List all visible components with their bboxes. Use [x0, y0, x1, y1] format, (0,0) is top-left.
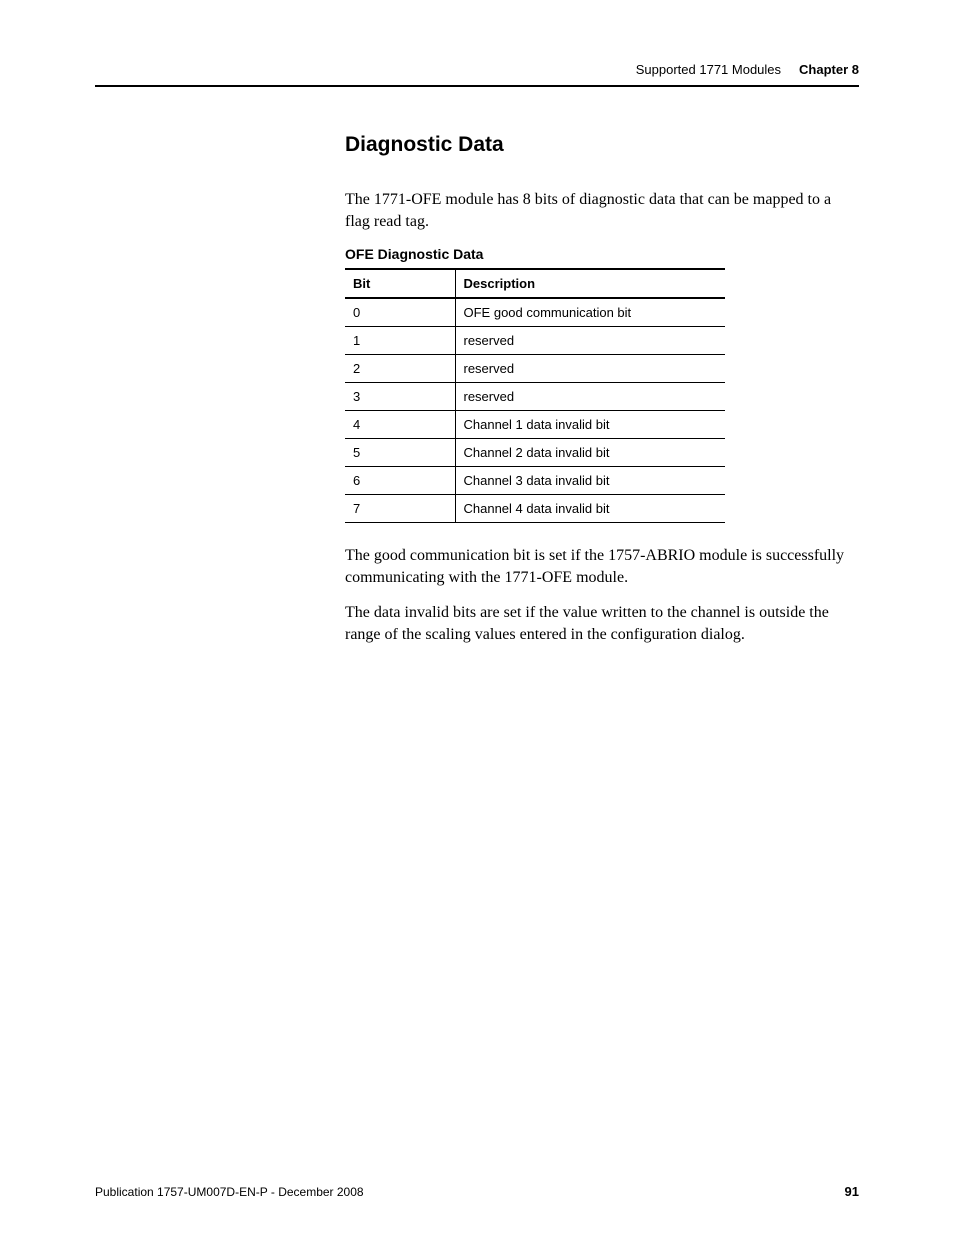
- table-cell-bit: 1: [345, 327, 455, 355]
- paragraph-data-invalid: The data invalid bits are set if the val…: [345, 602, 855, 645]
- table-header-description: Description: [455, 269, 725, 298]
- header-chapter: Chapter 8: [799, 62, 859, 77]
- table-cell-bit: 4: [345, 411, 455, 439]
- table-row: 7 Channel 4 data invalid bit: [345, 495, 725, 523]
- table-caption: OFE Diagnostic Data: [345, 246, 855, 262]
- table-cell-description: reserved: [455, 383, 725, 411]
- table-row: 4 Channel 1 data invalid bit: [345, 411, 725, 439]
- page-footer: Publication 1757-UM007D-EN-P - December …: [95, 1184, 859, 1199]
- table-cell-bit: 7: [345, 495, 455, 523]
- table-cell-bit: 3: [345, 383, 455, 411]
- table-row: 1 reserved: [345, 327, 725, 355]
- section-heading: Diagnostic Data: [345, 133, 855, 157]
- table-cell-bit: 6: [345, 467, 455, 495]
- page-header: Supported 1771 Modules Chapter 8: [95, 62, 859, 87]
- table-row: 5 Channel 2 data invalid bit: [345, 439, 725, 467]
- table-cell-description: OFE good communication bit: [455, 298, 725, 327]
- content-area: Diagnostic Data The 1771-OFE module has …: [345, 133, 855, 646]
- table-row: 2 reserved: [345, 355, 725, 383]
- table-cell-description: Channel 2 data invalid bit: [455, 439, 725, 467]
- table-cell-description: Channel 1 data invalid bit: [455, 411, 725, 439]
- table-cell-description: reserved: [455, 327, 725, 355]
- table-cell-bit: 2: [345, 355, 455, 383]
- table-row: 6 Channel 3 data invalid bit: [345, 467, 725, 495]
- footer-publication: Publication 1757-UM007D-EN-P - December …: [95, 1185, 364, 1199]
- table-cell-description: Channel 3 data invalid bit: [455, 467, 725, 495]
- table-cell-bit: 5: [345, 439, 455, 467]
- diagnostic-table: Bit Description 0 OFE good communication…: [345, 268, 725, 523]
- intro-paragraph: The 1771-OFE module has 8 bits of diagno…: [345, 189, 855, 232]
- table-cell-description: Channel 4 data invalid bit: [455, 495, 725, 523]
- table-row: 3 reserved: [345, 383, 725, 411]
- table-header-bit: Bit: [345, 269, 455, 298]
- paragraph-good-communication: The good communication bit is set if the…: [345, 545, 855, 588]
- table-row: 0 OFE good communication bit: [345, 298, 725, 327]
- table-cell-bit: 0: [345, 298, 455, 327]
- table-header-row: Bit Description: [345, 269, 725, 298]
- table-cell-description: reserved: [455, 355, 725, 383]
- footer-page-number: 91: [845, 1184, 859, 1199]
- header-title: Supported 1771 Modules: [636, 62, 781, 77]
